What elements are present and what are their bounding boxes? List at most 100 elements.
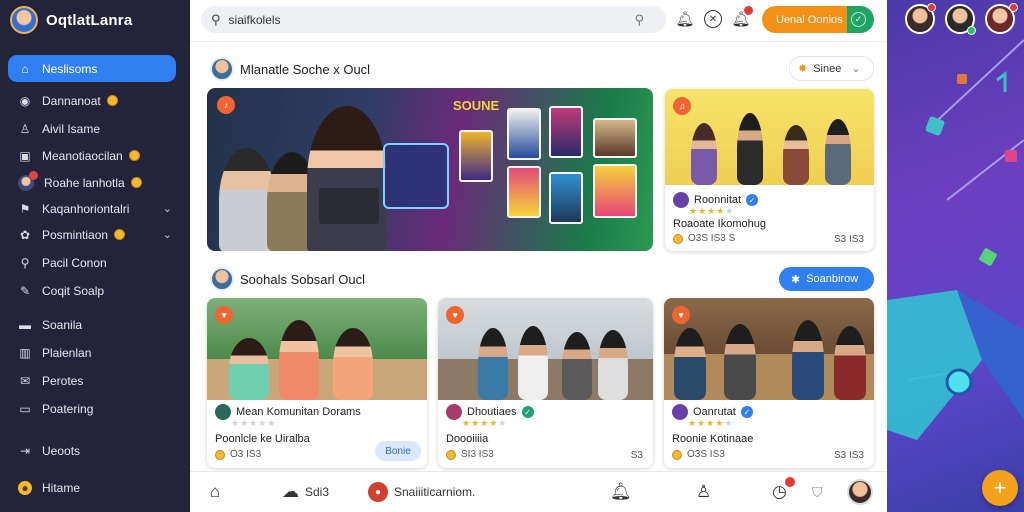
avatar [672,404,688,420]
decorative-graphics [887,39,1024,440]
notification-badge [743,5,754,16]
notification-badge [29,170,38,180]
edit-icon: ✎ [19,283,31,298]
search-input[interactable]: siaifkolels [229,13,281,27]
bottom-explore-button[interactable]: ☁ Sdi3 [282,480,329,504]
hero-badge-icon: ♪ [217,96,235,114]
primary-cta-button[interactable]: Uenal Oonios ✓ [762,6,874,33]
sidebar-item-label: Soanila [42,317,83,332]
card-meta: O3S IS3 [672,449,725,460]
poster-image [459,130,493,182]
profile-icon: ● [18,480,32,495]
card-author-name: Dhoutiaes [467,406,517,418]
notification-bell-icon[interactable]: 🔔︎ [731,5,754,29]
card-author-name: Oanrutat [693,406,736,418]
search-icon: ⚲ [211,11,221,27]
cta-label: Uenal Oonios [776,13,843,26]
sidebar-item-search[interactable]: ⚲ Pacil Conon [8,249,176,276]
bottom-security-button[interactable]: ⛉ [812,480,823,504]
sidebar-item-home[interactable]: ⌂ Neslisoms [8,55,176,82]
join-button[interactable]: Bonie [375,441,421,461]
heart-badge-icon: ♥ [446,306,464,324]
bottom-bell-button[interactable]: 🔔︎ [610,480,632,504]
sidebar-item-label: Roahe lanhotla [44,175,125,190]
coin-icon [446,449,456,460]
chevron-down-icon[interactable]: ⌄ [163,228,172,241]
community-card[interactable]: ♥ Dhoutiaes ✓ ★★★★★ Doooiiiia SI3 IS3 S3 [438,298,653,468]
sidebar-item-promotions[interactable]: ✿ Posmintiaon ⌄ [8,221,176,248]
sidebar-item-account[interactable]: ● Hitame [8,474,176,501]
avatar[interactable] [210,267,234,291]
screen-graphic [383,143,449,209]
sidebar-item-discover[interactable]: ◉ Dannanoat [8,87,176,114]
verified-icon: ✓ [740,406,753,418]
card-meta: O3S IS3 S [673,233,735,244]
bottom-activity-button[interactable]: ◷ [772,476,796,504]
close-circle-icon[interactable]: ✕ [704,10,722,28]
sidebar-item-messages[interactable]: ✉ Perotes [8,367,176,394]
brand[interactable]: OqtlatLanra [10,6,132,34]
online-indicator [967,26,976,35]
card-stat: S3 IS3 [833,450,864,461]
person-image [307,106,387,251]
calendar-icon: ▣ [19,148,31,163]
sidebar-item-profile-activity[interactable]: Roahe lanhotla [8,169,176,196]
card-image [664,298,874,400]
card-subtitle: Roonie Kotinaae [672,433,754,445]
card-meta: O3 IS3 [215,449,261,460]
poster-image [593,118,637,158]
rating-stars: ★★★★★ [231,418,277,428]
hero-banner[interactable]: ♪ SOUNE [207,88,653,251]
laptop-image [319,188,379,224]
bottom-item-label: Snaiiiticarniom. [394,485,476,499]
avatar [847,479,873,505]
featured-card[interactable]: ♫ Roonnitat ✓ ★★★★★ Roaoate Ikomohug O3S… [665,89,874,251]
sidebar-item-label: Ueoots [42,443,81,458]
search-submit-icon[interactable]: ⚲ [634,12,644,28]
search-bar[interactable]: ⚲ siaifkolels ⚲ [201,6,666,33]
hero-overlay-text: SOUNE [453,98,500,113]
sort-dropdown[interactable]: ✸ Sinee ⌄ [789,56,874,81]
home-icon: ⌂ [210,482,221,501]
sidebar-item-groups[interactable]: ⚑ Kaqanhoriontalri ⌄ [8,195,176,222]
bottom-profile-button[interactable]: ♙ [696,480,711,504]
notification-badge [1009,3,1018,12]
section-title: Soohals Sobsarl Oucl [240,271,366,287]
poster-image [549,106,583,158]
sidebar-item-label: Dannanoat [42,93,101,108]
search-icon: ⚲ [20,255,30,270]
add-button[interactable]: + [982,470,1018,506]
bell-outline-icon[interactable]: 🔔︎ [675,9,695,29]
bottom-avatar-button[interactable] [847,479,873,505]
sparkle-icon: ✱ [791,273,801,286]
sidebar-item-edit[interactable]: ✎ Coqit Soalp [8,277,176,304]
community-card[interactable]: ♥ Oanrutat ✓ ★★★★★ Roonie Kotinaae O3S I… [664,298,874,468]
community-card[interactable]: ♥ Mean Komunitan Dorams ★★★★★ Poonlcle k… [207,298,427,468]
sidebar-item-logout[interactable]: ⇥ Ueoots [8,437,176,464]
sidebar-item-label: Aivil Isame [42,121,101,136]
avatar[interactable] [210,57,234,81]
card-image [438,298,653,400]
sidebar-item-events[interactable]: ▣ Meanotiaocilan [8,142,176,169]
browse-button[interactable]: ✱ Soanbirow [779,267,874,291]
sidebar-item-label: Hitame [42,480,81,495]
sidebar-item-monitor[interactable]: ▭ Poatering [8,395,176,422]
right-decorative-panel: + [887,0,1024,512]
notification-badge [784,476,796,488]
home-icon: ⌂ [21,61,29,76]
sort-label: Sinee [813,62,842,75]
bottom-nav: ⌂ ☁ Sdi3 ● Snaiiiticarniom. 🔔︎ ♙ ◷ ⛉ [190,471,887,512]
main-content: ⚲ siaifkolels ⚲ 🔔︎ ✕ 🔔︎ Uenal Oonios ✓ M… [190,0,887,512]
sidebar-item-label: Neslisoms [42,61,98,76]
bottom-home-button[interactable]: ⌂ [210,480,220,504]
building-icon: ▥ [19,345,31,360]
sidebar-item-folder[interactable]: ▬ Soanila [8,311,176,338]
notification-badge [927,3,936,12]
sidebar-item-places[interactable]: ▥ Plaienlan [8,339,176,366]
rating-stars: ★★★★★ [462,418,508,428]
chevron-down-icon[interactable]: ⌄ [163,202,172,215]
sidebar-item-people[interactable]: ♙ Aivil Isame [8,115,176,142]
logout-icon: ⇥ [19,443,31,458]
bottom-notification-button[interactable]: ● Snaiiiticarniom. [368,480,475,504]
avatar-icon [18,170,38,191]
